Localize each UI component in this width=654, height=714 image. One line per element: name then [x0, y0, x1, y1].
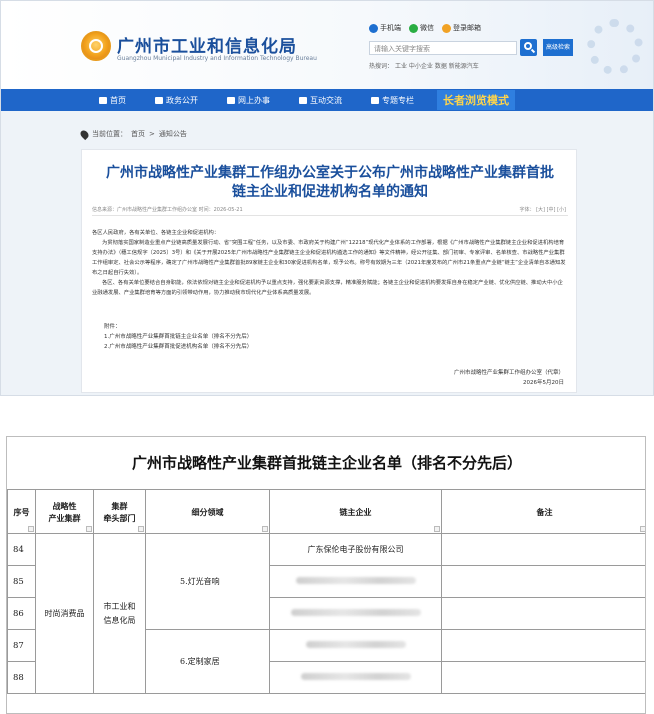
hot-word[interactable]: 新能源汽车 [449, 63, 479, 70]
wechat-icon [409, 23, 418, 33]
briefcase-icon [155, 96, 163, 104]
row-number[interactable]: 85 [7, 565, 36, 598]
nav-interaction[interactable]: 互动交流 [299, 95, 342, 106]
nav-online-services[interactable]: 网上办事 [227, 95, 270, 106]
article-body: 各区人民政府，各有关单位、各链主企业和促进机构： 为贯彻落实国家制造业重点产业链… [92, 228, 568, 298]
divider [92, 215, 568, 216]
remark-cell[interactable] [441, 661, 645, 694]
hot-word[interactable]: 数据 [435, 63, 447, 70]
remark-cell[interactable] [441, 597, 645, 630]
row-number[interactable]: 87 [7, 629, 36, 662]
nav-home[interactable]: 首页 [99, 95, 126, 106]
header-cell[interactable]: 战略性 产业集群 [35, 489, 94, 534]
company-cell[interactable]: 广东保伦电子股份有限公司 [269, 533, 442, 566]
row-number[interactable]: 86 [7, 597, 36, 630]
gear-decoration-icon [587, 19, 643, 75]
filter-dropdown-icon[interactable] [434, 526, 440, 532]
breadcrumb-home[interactable]: 首页 [131, 129, 145, 139]
filter-dropdown-icon[interactable] [138, 526, 144, 532]
department-cell[interactable]: 市工业和 信息化局 [93, 533, 146, 694]
elder-mode-button[interactable]: 长者浏览模式 [437, 90, 515, 110]
wechat-link[interactable]: 微信 [409, 23, 434, 33]
mail-icon [442, 23, 451, 33]
header-cell[interactable]: 细分领域 [145, 489, 270, 534]
site-subtitle: Guangzhou Municipal Industry and Informa… [117, 55, 317, 62]
header-cell[interactable]: 备注 [441, 489, 645, 534]
location-pin-icon [78, 128, 91, 140]
attachments: 附件： 1.广州市战略性产业集群首批链主企业名单（排名不分先后） 2.广州市战略… [104, 324, 253, 352]
greeting: 各区人民政府，各有关单位、各链主企业和促进机构： [92, 230, 220, 236]
nav-topics[interactable]: 专题专栏 [371, 95, 414, 106]
font-medium-button[interactable]: [中] [547, 207, 556, 213]
company-cell-redacted[interactable] [269, 661, 442, 694]
article-title: 广州市战略性产业集群工作组办公室关于公布广州市战略性产业集群首批链主企业和促进机… [106, 165, 554, 200]
subfield-cell[interactable]: 5.灯光音响 [145, 533, 270, 630]
font-size-switcher: 字体： [大] [中] [小] [519, 207, 566, 213]
lead-enterprise-table: 序号 战略性 产业集群 集群 牵头部门 细分领域 链主企业 备注 84 时尚消费… [7, 489, 645, 694]
chat-icon [299, 96, 307, 104]
email-link[interactable]: 登录邮箱 [442, 23, 481, 33]
subfield-cell[interactable]: 6.定制家居 [145, 629, 270, 694]
company-cell-redacted[interactable] [269, 565, 442, 598]
font-small-button[interactable]: [小] [557, 207, 566, 213]
hot-word[interactable]: 工业 [395, 63, 407, 70]
filter-dropdown-icon[interactable] [640, 526, 645, 532]
row-number[interactable]: 84 [7, 533, 36, 566]
breadcrumb: 当前位置： 首页 > 通知公告 [78, 128, 187, 140]
filter-dropdown-icon[interactable] [28, 526, 34, 532]
cluster-cell[interactable]: 时尚消费品 [35, 533, 94, 694]
header-cell[interactable]: 链主企业 [269, 489, 442, 534]
nav-government-affairs[interactable]: 政务公开 [155, 95, 198, 106]
table-screenshot: 广州市战略性产业集群首批链主企业名单（排名不分先后） 序号 战略性 产业集群 集… [6, 436, 646, 714]
hot-word[interactable]: 中小企业 [409, 63, 433, 70]
paragraph: 为贯彻落实国家制造业重点产业链高质量发展行动、省“突围工程”任务，以及市委、市政… [92, 240, 566, 276]
phone-icon [369, 23, 378, 33]
table-header-row: 序号 战略性 产业集群 集群 牵头部门 细分领域 链主企业 备注 [7, 489, 645, 534]
filter-dropdown-icon[interactable] [262, 526, 268, 532]
monitor-icon [227, 96, 235, 104]
table-title: 广州市战略性产业集群首批链主企业名单（排名不分先后） [131, 454, 522, 472]
hot-search-words: 热搜词： 工业 中小企业 数据 新能源汽车 [369, 63, 479, 70]
breadcrumb-notices[interactable]: 通知公告 [159, 129, 187, 139]
header-cell[interactable]: 集群 牵头部门 [93, 489, 146, 534]
website-screenshot: 广州市工业和信息化局 Guangzhou Municipal Industry … [0, 0, 654, 396]
site-title[interactable]: 广州市工业和信息化局 [117, 32, 297, 57]
font-large-button[interactable]: [大] [536, 207, 545, 213]
search-input[interactable]: 请输入关键字搜索 [369, 41, 517, 55]
home-icon [99, 96, 107, 104]
company-cell-redacted[interactable] [269, 597, 442, 630]
remark-cell[interactable] [441, 565, 645, 598]
site-header: 广州市工业和信息化局 Guangzhou Municipal Industry … [1, 1, 653, 89]
row-number[interactable]: 88 [7, 661, 36, 694]
paragraph: 各区、各有关单位要结合自身职能，依法依规对链主企业和促进机构予以重点支持，强化要… [92, 280, 563, 296]
attachment-link[interactable]: 2.广州市战略性产业集群首批促进机构名单（排名不分先后） [104, 342, 252, 352]
remark-cell[interactable] [441, 533, 645, 566]
signature: 广州市战略性产业集群工作组办公室（代章） 2026年5月20日 [453, 370, 564, 386]
main-nav: 首页 政务公开 网上办事 互动交流 专题专栏 长者浏览模式 [1, 89, 653, 111]
article-meta: 信息来源：广州市战略性产业集群工作组办公室 时间：2026-05-21 [92, 207, 243, 213]
remark-cell[interactable] [441, 629, 645, 662]
attachment-link[interactable]: 1.广州市战略性产业集群首批链主企业名单（排名不分先后） [104, 332, 252, 342]
advanced-search-button[interactable]: 高级检索 [543, 39, 573, 56]
search-button[interactable] [520, 39, 537, 56]
company-cell-redacted[interactable] [269, 629, 442, 662]
bureau-logo-icon[interactable] [81, 31, 111, 61]
article-card: 广州市战略性产业集群工作组办公室关于公布广州市战略性产业集群首批链主企业和促进机… [81, 149, 577, 393]
header-cell[interactable]: 序号 [7, 489, 36, 534]
filter-dropdown-icon[interactable] [86, 526, 92, 532]
folder-icon [371, 96, 379, 104]
table-row: 84 时尚消费品 市工业和 信息化局 5.灯光音响 广东保伦电子股份有限公司 [7, 533, 645, 694]
top-links: 手机端 微信 登录邮箱 [369, 23, 481, 33]
mobile-link[interactable]: 手机端 [369, 23, 401, 33]
